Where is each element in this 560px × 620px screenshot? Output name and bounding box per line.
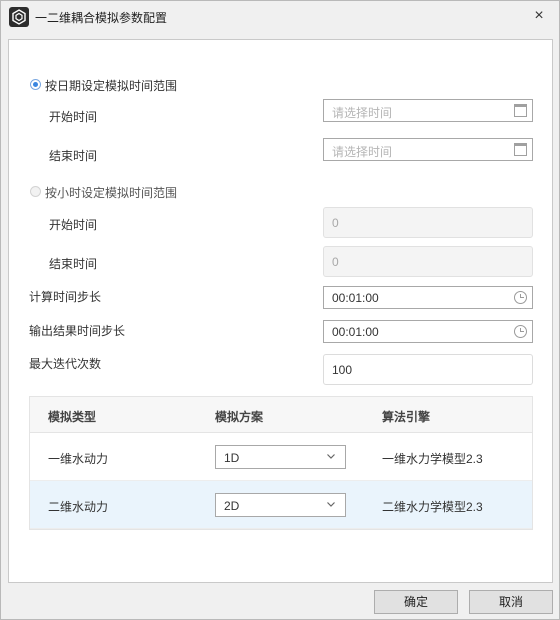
- hour-start-value: 0: [332, 216, 339, 230]
- calc-step-label: 计算时间步长: [29, 290, 102, 304]
- date-start-label: 开始时间: [49, 110, 98, 124]
- calendar-icon[interactable]: [514, 104, 527, 117]
- max-iter-label: 最大迭代次数: [29, 357, 102, 371]
- table-header: 模拟类型 模拟方案 算法引擎: [30, 397, 532, 433]
- date-end-picker[interactable]: 请选择时间: [323, 138, 533, 161]
- date-start-picker[interactable]: 请选择时间: [323, 99, 533, 122]
- scheme-select[interactable]: 2D: [215, 493, 346, 517]
- dialog-window: 一二维耦合模拟参数配置 × 按日期设定模拟时间范围 开始时间 请选择时间 结束时…: [0, 0, 560, 620]
- cancel-button[interactable]: 取消: [469, 590, 553, 614]
- output-step-value: 00:01:00: [332, 325, 379, 339]
- output-step-label: 输出结果时间步长: [29, 324, 126, 338]
- row-engine: 二维水力学模型2.3: [382, 500, 483, 514]
- title-bar: 一二维耦合模拟参数配置 ×: [1, 1, 559, 33]
- max-iter-input[interactable]: 100: [323, 354, 533, 385]
- column-header: 算法引擎: [382, 410, 431, 424]
- date-start-placeholder: 请选择时间: [332, 106, 393, 120]
- max-iter-value: 100: [332, 363, 353, 377]
- clock-icon[interactable]: [514, 325, 527, 338]
- row-type: 二维水动力: [48, 500, 109, 514]
- date-mode-label[interactable]: 按日期设定模拟时间范围: [45, 77, 177, 94]
- form-panel: 按日期设定模拟时间范围 开始时间 请选择时间 结束时间 请选择时间 按小时设定模…: [8, 39, 553, 583]
- calc-step-picker[interactable]: 00:01:00: [323, 286, 533, 309]
- hour-mode-radio[interactable]: [30, 186, 41, 197]
- window-title: 一二维耦合模拟参数配置: [35, 11, 168, 25]
- date-mode-radio[interactable]: [30, 79, 41, 90]
- column-header: 模拟方案: [215, 410, 264, 424]
- hour-start-input[interactable]: 0: [323, 207, 533, 238]
- column-header: 模拟类型: [48, 410, 97, 424]
- hour-mode-label[interactable]: 按小时设定模拟时间范围: [45, 184, 177, 201]
- chevron-down-icon[interactable]: [326, 499, 336, 509]
- chevron-down-icon[interactable]: [326, 451, 336, 461]
- row-type: 一维水动力: [48, 452, 109, 466]
- simulation-table: 模拟类型 模拟方案 算法引擎 一维水动力 1D 一维水力学模型2.3 二维水动力…: [29, 396, 533, 530]
- app-logo-icon: [9, 7, 29, 27]
- hour-end-input[interactable]: 0: [323, 246, 533, 277]
- table-row[interactable]: 二维水动力 2D 二维水力学模型2.3: [30, 481, 532, 529]
- scheme-value: 1D: [224, 451, 240, 465]
- calc-step-value: 00:01:00: [332, 291, 379, 305]
- output-step-picker[interactable]: 00:01:00: [323, 320, 533, 343]
- ok-button[interactable]: 确定: [374, 590, 458, 614]
- close-icon: ×: [534, 7, 544, 24]
- date-end-placeholder: 请选择时间: [332, 145, 393, 159]
- calendar-icon[interactable]: [514, 143, 527, 156]
- clock-icon[interactable]: [514, 291, 527, 304]
- date-end-label: 结束时间: [49, 149, 98, 163]
- hour-start-label: 开始时间: [49, 218, 98, 232]
- hour-end-value: 0: [332, 255, 339, 269]
- scheme-value: 2D: [224, 499, 240, 513]
- hour-end-label: 结束时间: [49, 257, 98, 271]
- row-engine: 一维水力学模型2.3: [382, 452, 483, 466]
- close-button[interactable]: ×: [529, 6, 549, 26]
- scheme-select[interactable]: 1D: [215, 445, 346, 469]
- table-row[interactable]: 一维水动力 1D 一维水力学模型2.3: [30, 433, 532, 481]
